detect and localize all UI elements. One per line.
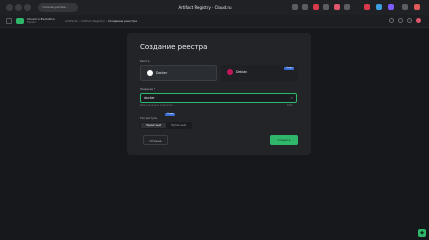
support-chat-button[interactable]: ◆ — [418, 229, 426, 237]
extension-icon[interactable] — [292, 4, 298, 10]
app-subtitle: Проект — [27, 21, 37, 24]
extension-icon[interactable] — [302, 4, 308, 10]
address-bar[interactable]: console.yandex... — [38, 3, 78, 12]
breadcrumb-item[interactable]: Artifacts — [65, 19, 78, 23]
access-type-toggle: Приватный Публичный — [140, 122, 192, 129]
extension-icon[interactable] — [323, 4, 329, 10]
debian-icon — [227, 69, 233, 75]
breadcrumb-item[interactable]: Artifact Registry — [81, 19, 105, 23]
soon-badge: Скоро — [165, 113, 176, 116]
name-label: Название * — [140, 88, 156, 91]
profile-icon[interactable] — [414, 4, 420, 10]
extension-icon[interactable] — [388, 4, 394, 10]
registry-option-label: Debian — [236, 70, 248, 74]
registry-type-label: Реестр — [140, 60, 150, 63]
access-option-public[interactable]: Публичный — [166, 123, 191, 128]
window-title: Artifact Registry · Cloud.ru — [178, 5, 232, 10]
soon-badge: Скоро — [284, 67, 295, 70]
cancel-button[interactable]: Отмена — [143, 135, 168, 145]
extension-icon[interactable] — [344, 4, 350, 10]
name-counter: 6/63 — [287, 104, 293, 107]
breadcrumb: Artifacts › Artifact Registry › Создание… — [65, 19, 137, 23]
extension-icon[interactable] — [402, 4, 408, 10]
settings-icon[interactable] — [407, 18, 412, 23]
avatar[interactable] — [416, 18, 421, 23]
menu-icon[interactable] — [6, 18, 12, 24]
access-type-label: Тип доступа — [140, 117, 157, 120]
name-input[interactable]: docker ✕ — [140, 93, 297, 103]
reload-icon[interactable] — [24, 4, 31, 11]
registry-option-label: Docker — [156, 71, 168, 75]
name-input-value: docker — [144, 96, 155, 100]
header-actions — [389, 18, 421, 23]
help-icon[interactable] — [389, 18, 394, 23]
extension-icon[interactable] — [313, 4, 319, 10]
forward-icon[interactable] — [15, 4, 22, 11]
name-hint: Имя уникально в проекте — [140, 104, 173, 107]
app-header: Cloud.ru Evolution Проект Artifacts › Ar… — [0, 15, 429, 28]
create-registry-card: Создание реестра Реестр Docker Debian Ск… — [127, 33, 311, 155]
breadcrumb-current: Создание реестра — [108, 19, 137, 23]
browser-chrome: console.yandex... Artifact Registry · Cl… — [0, 0, 429, 15]
create-button[interactable]: Создать — [270, 135, 298, 145]
extension-icon[interactable] — [364, 4, 370, 10]
access-option-private[interactable]: Приватный — [141, 123, 166, 128]
extension-icon[interactable] — [376, 4, 382, 10]
logo-icon[interactable] — [16, 18, 24, 24]
back-icon[interactable] — [6, 4, 13, 11]
docker-icon — [147, 70, 153, 76]
registry-option-docker[interactable]: Docker — [140, 65, 217, 81]
page-title: Создание реестра — [140, 43, 208, 51]
notifications-icon[interactable] — [398, 18, 403, 23]
extension-icon[interactable] — [334, 4, 340, 10]
clear-icon[interactable]: ✕ — [290, 94, 293, 102]
